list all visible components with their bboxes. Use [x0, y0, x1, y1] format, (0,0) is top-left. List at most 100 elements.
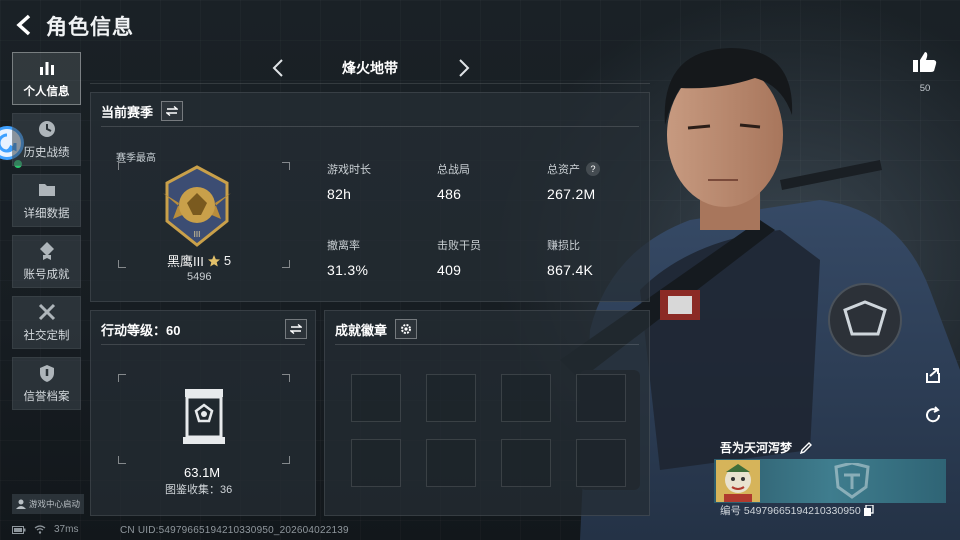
like-button[interactable]: 50: [910, 50, 940, 94]
wifi-icon: [34, 525, 46, 534]
medal-icon: [39, 242, 54, 260]
sidebar-item-social[interactable]: 社交定制: [12, 296, 81, 349]
player-uid-text: 编号 5497966519421033095​0: [720, 505, 861, 517]
thumbs-up-icon: [913, 52, 937, 72]
refresh-button[interactable]: [920, 402, 946, 428]
sidebar-item-label: 详细数据: [23, 208, 70, 220]
sidebar-item-label: 历史战绩: [23, 147, 70, 159]
stat-extract-rate: 撤离率 31.3%: [327, 237, 368, 278]
chevron-left-icon[interactable]: [268, 57, 290, 79]
switch-season-button[interactable]: [161, 101, 184, 121]
clock-icon: [38, 121, 55, 137]
stat-value: 267.2M: [547, 186, 596, 202]
stat-operators-defeated: 击败干员 409: [437, 237, 481, 278]
badge-slot[interactable]: [576, 374, 626, 422]
sidebar-nav: 个人信息 历史战绩 详细数据 账号成就 社交定制 信誉档案: [12, 52, 82, 418]
stat-value: 409: [437, 262, 462, 278]
player-uid: 编号 5497966519421033095​0: [720, 503, 874, 518]
chevron-right-icon[interactable]: [452, 57, 474, 79]
gear-icon: [401, 324, 412, 334]
name-card-banner[interactable]: [714, 459, 946, 503]
stat-value: 31.3%: [327, 262, 369, 278]
sidebar-item-history[interactable]: 历史战绩: [12, 113, 81, 166]
share-button[interactable]: [920, 362, 946, 388]
stat-total-matches: 总战局 486: [437, 161, 470, 202]
stat-label: 总资产 ?: [547, 161, 600, 177]
star-icon: [207, 254, 220, 266]
badge-slot[interactable]: [351, 439, 401, 487]
stat-label: 击败干员: [437, 240, 481, 252]
stat-label: 游戏时长: [327, 164, 371, 176]
action-level-panel: 行动等级：60 63.1M 图鉴收集：36: [90, 310, 316, 516]
status-bar: 37ms: [12, 524, 78, 535]
player-name-text: 吾为天河泻梦: [720, 441, 793, 455]
sidebar-item-personal-info[interactable]: 个人信息: [12, 52, 81, 105]
achievements-panel: 成就徽章: [324, 310, 650, 516]
avatar-image: [716, 460, 760, 502]
badge-slot[interactable]: [351, 374, 401, 422]
page-title: 角色信息: [46, 16, 134, 39]
stat-profit-loss-ratio: 赚损比 867.4K: [547, 237, 593, 278]
ping-value: 37ms: [54, 524, 79, 535]
shield-icon: [39, 365, 54, 382]
badge-slot[interactable]: [576, 439, 626, 487]
faction-logo-icon: [834, 463, 870, 499]
collection-case-icon[interactable]: [181, 387, 227, 445]
divider: [101, 344, 305, 345]
action-level-title: 行动等级：60: [101, 322, 181, 338]
copy-icon[interactable]: [863, 505, 874, 516]
battery-icon: [12, 525, 26, 534]
achievements-settings-button[interactable]: [395, 319, 418, 339]
collection-count: 图鉴收集：36: [165, 484, 233, 496]
bar-chart-icon: [39, 62, 54, 75]
badge-slot[interactable]: [501, 374, 551, 422]
share-icon: [926, 368, 940, 383]
svg-text:III: III: [194, 230, 201, 239]
stat-label: 撤离率: [327, 240, 360, 252]
game-center-launch-button[interactable]: 游戏中心启动: [12, 494, 84, 514]
avatar[interactable]: [716, 460, 760, 502]
sidebar-item-label: 个人信息: [23, 86, 70, 98]
badge-slot[interactable]: [426, 439, 476, 487]
tools-icon: [38, 303, 55, 321]
stat-value: 82h: [327, 186, 352, 202]
action-level-header: 行动等级：60: [101, 319, 307, 339]
sidebar-item-label: 社交定制: [23, 330, 70, 342]
rank-medal-icon: III: [163, 165, 231, 247]
stat-value: 867.4K: [547, 262, 594, 278]
edit-pencil-icon[interactable]: [800, 441, 813, 454]
back-arrow-icon[interactable]: [12, 12, 38, 38]
mode-label: 烽火地带: [342, 59, 398, 76]
rank-name: 黑鹰III 5: [167, 251, 231, 270]
stat-label: 赚损比: [547, 240, 580, 252]
divider: [335, 344, 639, 345]
swap-icon: [290, 324, 302, 334]
stat-label-text: 总资产: [547, 164, 580, 176]
rank-stars: 5: [223, 253, 232, 268]
sidebar-item-detailed-data[interactable]: 详细数据: [12, 174, 81, 227]
sidebar-item-achievements[interactable]: 账号成就: [12, 235, 81, 288]
refresh-icon: [926, 406, 941, 423]
collection-value: 63.1M: [184, 465, 221, 480]
stat-total-assets: 总资产 ? 267.2M: [547, 161, 600, 202]
name-card: 吾为天河泻梦: [714, 436, 946, 506]
achievements-header: 成就徽章: [335, 319, 418, 339]
player-name: 吾为天河泻梦: [720, 439, 813, 456]
sidebar-item-label: 账号成就: [23, 269, 70, 281]
divider: [101, 126, 639, 127]
like-count: 50: [919, 83, 931, 94]
season-panel: 当前赛季 赛季最高 III 黑鹰III 5 5496 游戏时长 82h 总战局 …: [90, 92, 650, 302]
badge-slot[interactable]: [501, 439, 551, 487]
mode-switcher: 烽火地带: [90, 52, 650, 84]
stat-label: 总战局: [437, 164, 470, 176]
help-icon[interactable]: ?: [586, 162, 600, 176]
folder-icon: [38, 184, 55, 196]
stat-value: 486: [437, 186, 462, 202]
sidebar-item-credit[interactable]: 信誉档案: [12, 357, 81, 410]
sidebar-item-label: 信誉档案: [23, 391, 70, 403]
game-center-label: 游戏中心启动: [29, 499, 81, 509]
badge-slot[interactable]: [426, 374, 476, 422]
achievements-title: 成就徽章: [335, 322, 388, 338]
season-title: 当前赛季: [101, 104, 154, 120]
switch-level-button[interactable]: [285, 319, 307, 339]
